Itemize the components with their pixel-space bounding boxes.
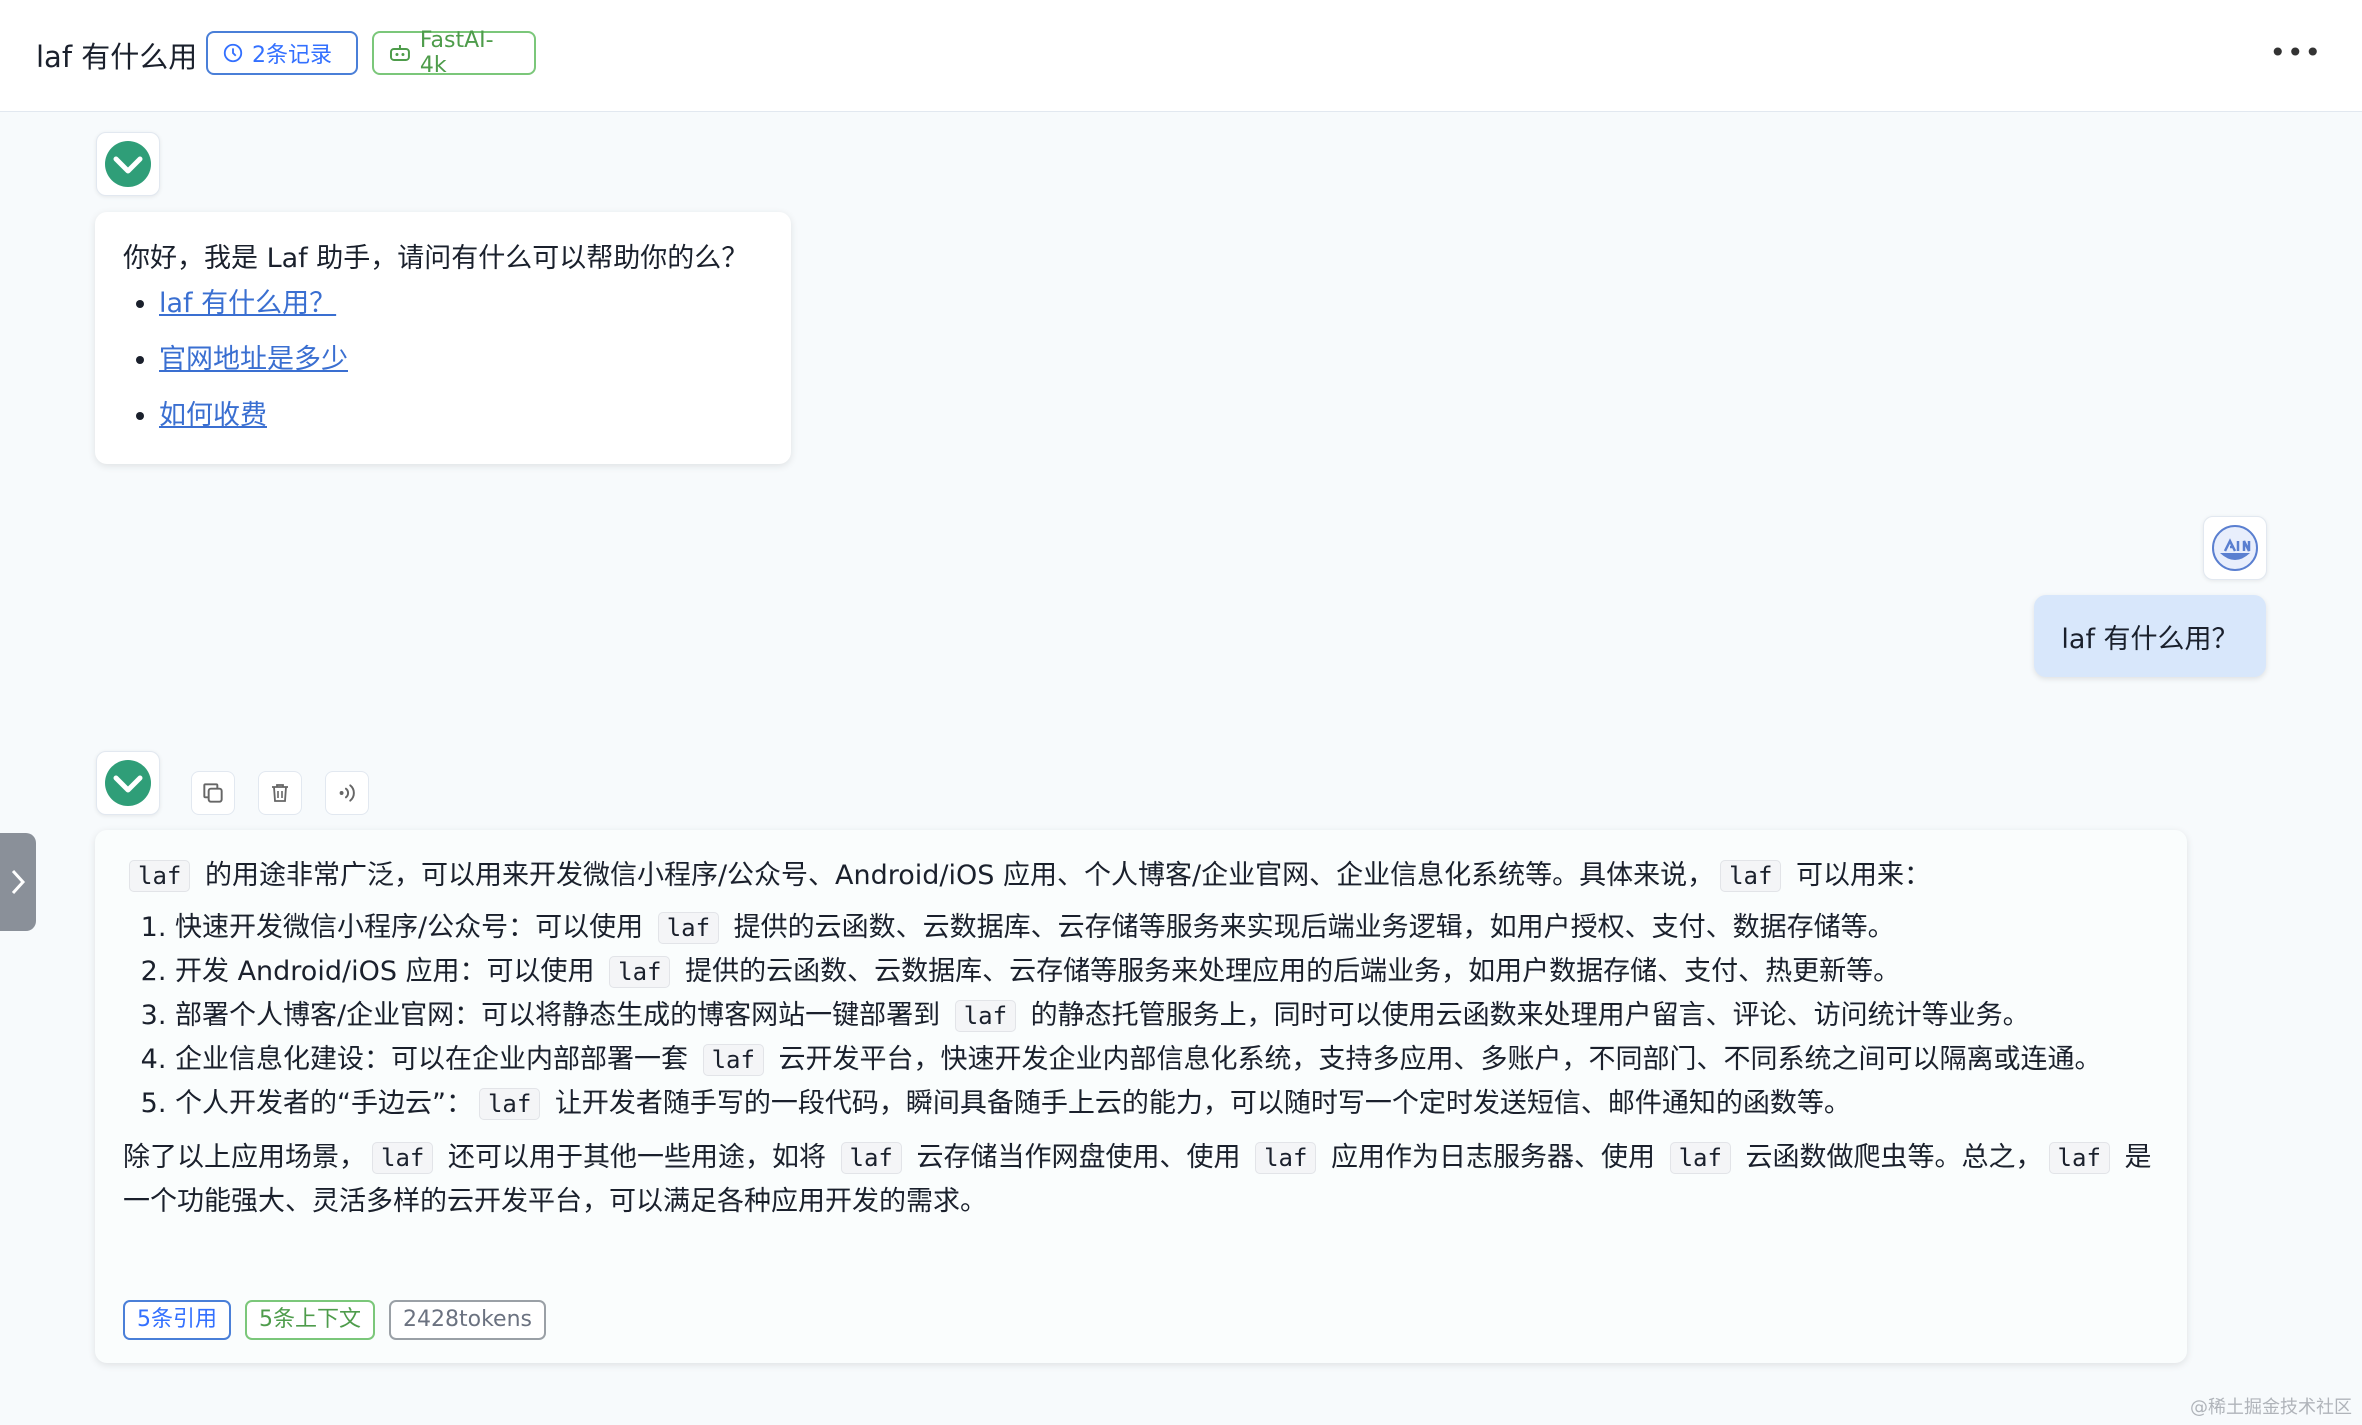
chat-title: laf 有什么用 xyxy=(36,40,198,74)
sidebar-toggle-button[interactable] xyxy=(0,833,36,931)
inline-code: laf xyxy=(478,1088,541,1120)
bot-avatar xyxy=(96,132,160,196)
suggestion-link[interactable]: laf 有什么用？ xyxy=(159,288,336,319)
trash-icon xyxy=(272,784,288,802)
list-item: 开发 Android/iOS 应用：可以使用 laf 提供的云函数、云数据库、云… xyxy=(175,950,2159,994)
list-item: laf 有什么用？ xyxy=(159,285,763,323)
robot-icon xyxy=(389,45,410,61)
model-tag[interactable]: FastAI-4k xyxy=(372,28,536,78)
chat-header: laf 有什么用 2条记录 FastAI-4k ••• xyxy=(0,0,2362,112)
inline-code: laf xyxy=(2048,1142,2110,1174)
list-item: 官网地址是多少 xyxy=(159,341,763,379)
inline-code: laf xyxy=(702,1044,764,1076)
history-count-label: 2条记录 xyxy=(252,43,332,68)
user-avatar-icon xyxy=(2212,525,2258,571)
list-item: 如何收费 xyxy=(159,397,763,435)
assistant-answer: laf 的用途非常广泛，可以用来开发微信小程序/公众号、Android/iOS … xyxy=(95,830,2187,1363)
list-item: 快速开发微信小程序/公众号：可以使用 laf 提供的云函数、云数据库、云存储等服… xyxy=(175,906,2159,950)
bot-avatar xyxy=(96,751,160,815)
welcome-greeting: 你好，我是 Laf 助手，请问有什么可以帮助你的么？ xyxy=(123,243,749,274)
inline-code: laf xyxy=(840,1142,902,1174)
watermark: @稀土掘金技术社区 xyxy=(2190,1397,2352,1418)
more-menu-button[interactable]: ••• xyxy=(2269,36,2322,69)
suggestion-link[interactable]: 如何收费 xyxy=(159,400,267,431)
list-item: 企业信息化建设：可以在企业内部部署一套 laf 云开发平台，快速开发企业内部信息… xyxy=(175,1038,2159,1082)
inline-code: laf xyxy=(954,1000,1017,1032)
token-count-tag: 2428tokens xyxy=(389,1300,546,1340)
user-avatar xyxy=(2203,516,2267,580)
suggestion-list: laf 有什么用？ 官网地址是多少 如何收费 xyxy=(123,285,763,435)
laf-logo-icon xyxy=(105,141,151,187)
chevron-right-icon xyxy=(11,869,26,895)
history-count-tag[interactable]: 2条记录 xyxy=(206,31,358,75)
speak-button[interactable] xyxy=(325,771,369,815)
welcome-message: 你好，我是 Laf 助手，请问有什么可以帮助你的么？ laf 有什么用？ 官网地… xyxy=(95,212,791,464)
clock-icon xyxy=(223,43,243,63)
inline-code: laf xyxy=(1720,860,1782,892)
speaker-icon xyxy=(339,784,355,802)
list-item: 个人开发者的“手边云”：laf 让开发者随手写的一段代码，瞬间具备随手上云的能力… xyxy=(175,1082,2159,1126)
laf-logo-icon xyxy=(105,760,151,806)
answer-list: 快速开发微信小程序/公众号：可以使用 laf 提供的云函数、云数据库、云存储等服… xyxy=(123,906,2159,1126)
inline-code: laf xyxy=(372,1142,434,1174)
answer-intro: laf 的用途非常广泛，可以用来开发微信小程序/公众号、Android/iOS … xyxy=(123,854,2159,898)
inline-code: laf xyxy=(657,912,720,944)
user-message: laf 有什么用？ xyxy=(2034,595,2266,677)
answer-tags: 5条引用 5条上下文 2428tokens xyxy=(123,1300,546,1340)
inline-code: laf xyxy=(1669,1142,1731,1174)
quote-tag[interactable]: 5条引用 xyxy=(123,1300,231,1340)
list-item: 部署个人博客/企业官网：可以将静态生成的博客网站一键部署到 laf 的静态托管服… xyxy=(175,994,2159,1038)
delete-button[interactable] xyxy=(258,771,302,815)
suggestion-link[interactable]: 官网地址是多少 xyxy=(159,344,348,375)
inline-code: laf xyxy=(1255,1142,1317,1174)
inline-code: laf xyxy=(129,860,191,892)
answer-outro: 除了以上应用场景， laf 还可以用于其他一些用途，如将 laf 云存储当作网盘使… xyxy=(123,1142,2152,1217)
context-tag[interactable]: 5条上下文 xyxy=(245,1300,375,1340)
copy-icon xyxy=(203,783,223,803)
inline-code: laf xyxy=(609,956,671,988)
copy-button[interactable] xyxy=(191,771,235,815)
model-label: FastAI-4k xyxy=(419,28,494,78)
